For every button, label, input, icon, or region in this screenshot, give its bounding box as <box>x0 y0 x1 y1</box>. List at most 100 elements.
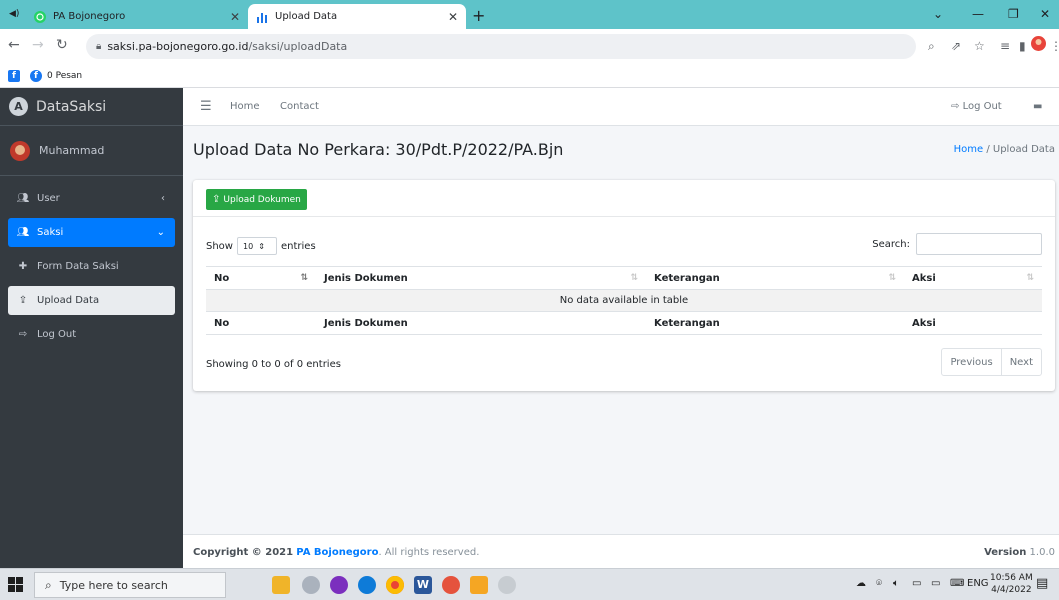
sidebar-item-label: Log Out <box>37 329 77 340</box>
breadcrumb-separator: / <box>986 144 990 155</box>
column-header-keterangan[interactable]: Keterangan ⇅ <box>646 266 904 290</box>
table-info: Showing 0 to 0 of 0 entries <box>206 359 341 370</box>
breadcrumb: Home / Upload Data <box>954 144 1055 155</box>
new-tab-icon[interactable]: + <box>472 6 485 25</box>
close-tab-icon[interactable]: ✕ <box>230 10 240 24</box>
restore-icon[interactable]: ❐ <box>1008 7 1019 21</box>
sidebar-item-log-out[interactable]: ⇨ Log Out <box>8 320 175 349</box>
profile-avatar-icon[interactable] <box>1031 36 1046 54</box>
bookmark-star-icon[interactable]: ☆ <box>974 39 985 53</box>
breadcrumb-home[interactable]: Home <box>954 144 984 155</box>
column-footer-no: No <box>206 311 316 335</box>
sort-asc-icon: ⇅ <box>300 273 308 283</box>
column-footer-aksi: Aksi <box>904 311 1042 335</box>
reload-icon[interactable]: ↻ <box>56 37 68 53</box>
users-icon: 👥︎ <box>16 193 30 204</box>
volume-icon[interactable]: 🔈︎ <box>893 578 899 589</box>
media-app-icon[interactable] <box>330 576 348 594</box>
entries-length-control: Show 10 ⇕ entries <box>206 237 316 255</box>
sort-icon: ⇅ <box>1026 273 1034 283</box>
facebook-bookmark-icon[interactable]: f <box>8 69 20 82</box>
url-path: /saksi/uploadData <box>248 40 348 53</box>
browser-tab-inactive[interactable]: PA Bojonegoro ✕ <box>26 4 248 29</box>
footer-org-link[interactable]: PA Bojonegoro <box>296 547 378 558</box>
previous-button[interactable]: Previous <box>942 349 1000 375</box>
sidebar-item-form-data-saksi[interactable]: ✚ Form Data Saksi <box>8 252 175 281</box>
app-icon[interactable] <box>442 576 460 594</box>
search-input[interactable] <box>916 233 1042 255</box>
clock-date: 4/4/2022 <box>991 585 1032 595</box>
top-navbar: ☰ Home Contact ⇨ Log Out ▬ <box>183 88 1059 126</box>
entries-label: entries <box>280 240 316 252</box>
control-sidebar-icon[interactable]: ▬ <box>1033 101 1042 112</box>
edge-icon[interactable] <box>358 576 376 594</box>
chart-bars-icon <box>256 11 268 23</box>
hamburger-menu-icon[interactable]: ☰ <box>200 99 212 114</box>
brand-link[interactable]: A DataSaksi <box>0 88 183 126</box>
bookmark-label[interactable]: 0 Pesan <box>47 71 82 81</box>
keyboard-icon[interactable]: ⌨ <box>950 578 964 589</box>
bookmarks-bar: f f 0 Pesan <box>0 64 1059 88</box>
sidebar-item-label: User <box>37 193 60 204</box>
chrome-icon[interactable] <box>386 576 404 594</box>
tab-title: Upload Data <box>275 11 338 22</box>
side-panel-icon[interactable]: ▮ <box>1019 39 1026 53</box>
network-icon[interactable]: ⌾ <box>876 578 882 589</box>
column-header-jenis-dokumen[interactable]: Jenis Dokumen ⇅ <box>316 266 646 290</box>
paint-icon[interactable] <box>302 576 320 594</box>
column-header-aksi[interactable]: Aksi ⇅ <box>904 266 1042 290</box>
address-bar[interactable]: 🔒︎ saksi.pa-bojonegoro.go.id/saksi/uploa… <box>86 34 916 59</box>
back-icon[interactable]: ← <box>8 37 20 53</box>
column-header-no[interactable]: No ⇅ <box>206 266 316 290</box>
card-header: ⇪ Upload Dokumen <box>193 180 1055 217</box>
version-label: Version <box>984 547 1027 558</box>
app-icon[interactable] <box>498 576 516 594</box>
zoom-icon[interactable]: ⌕ <box>928 39 935 54</box>
user-panel[interactable]: Muhammad <box>0 126 183 176</box>
taskbar: ⌕ Type here to search W ☁ ⌾ 🔈︎ ▭ ▭ ⌨ ENG… <box>0 568 1059 600</box>
language-indicator[interactable]: ENG <box>967 578 989 589</box>
length-value: 10 <box>242 241 254 251</box>
page-footer: Copyright © 2021 PA Bojonegoro. All righ… <box>183 534 1059 568</box>
close-window-icon[interactable]: ✕ <box>1040 7 1050 21</box>
tab-search-chevron-icon[interactable]: ⌄ <box>933 7 943 21</box>
user-name: Muhammad <box>39 144 105 157</box>
close-tab-icon[interactable]: ✕ <box>448 10 458 24</box>
share-icon[interactable]: ⇗ <box>951 39 961 53</box>
onedrive-icon[interactable]: ☁ <box>856 578 866 589</box>
browser-tab-active[interactable]: Upload Data ✕ <box>248 4 466 29</box>
word-icon[interactable]: W <box>414 576 432 594</box>
sidebar-item-saksi[interactable]: 👥︎ Saksi ⌄ <box>8 218 175 247</box>
sidebar-item-user[interactable]: 👥︎ User ‹ <box>8 184 175 213</box>
search-icon: ⌕ <box>45 577 52 592</box>
sort-icon: ⇅ <box>630 273 638 283</box>
chevron-down-icon: ⌄ <box>156 227 165 238</box>
tab-audio-icon[interactable]: ◀) <box>9 9 19 19</box>
entries-length-select[interactable]: 10 ⇕ <box>236 237 277 255</box>
pagination: Previous Next <box>941 348 1042 376</box>
browser-menu-icon[interactable]: ⋮ <box>1050 39 1059 53</box>
notification-icon[interactable]: ▤ <box>1036 576 1048 591</box>
upload-document-button[interactable]: ⇪ Upload Dokumen <box>206 189 307 210</box>
logout-link[interactable]: ⇨ Log Out <box>951 101 1002 112</box>
minimize-icon[interactable]: — <box>972 7 984 21</box>
file-explorer-icon[interactable] <box>272 576 290 594</box>
clock[interactable]: 10:56 AM 4/4/2022 <box>990 572 1033 596</box>
windows-start-icon[interactable] <box>8 577 23 592</box>
nav-link-home[interactable]: Home <box>230 101 260 112</box>
copyright-rights: . All rights reserved. <box>378 547 480 558</box>
facebook-bookmark-icon: f <box>30 69 42 82</box>
nav-link-contact[interactable]: Contact <box>280 101 319 112</box>
upload-card: ⇪ Upload Dokumen Show 10 ⇕ entries Searc… <box>193 180 1055 391</box>
brand-name: DataSaksi <box>36 98 107 115</box>
display-icon[interactable]: ▭ <box>912 578 921 589</box>
sidebar: A DataSaksi Muhammad 👥︎ User ‹ 👥︎ Saksi … <box>0 88 183 568</box>
version-number: 1.0.0 <box>1029 547 1055 558</box>
reading-list-icon[interactable]: ≡ <box>1000 39 1010 53</box>
app-icon[interactable] <box>470 576 488 594</box>
battery-icon[interactable]: ▭ <box>931 578 940 589</box>
forward-icon[interactable]: → <box>32 37 44 53</box>
next-button[interactable]: Next <box>1000 349 1041 375</box>
sidebar-item-upload-data[interactable]: ⇪ Upload Data <box>8 286 175 315</box>
taskbar-search[interactable]: ⌕ Type here to search <box>34 572 226 598</box>
